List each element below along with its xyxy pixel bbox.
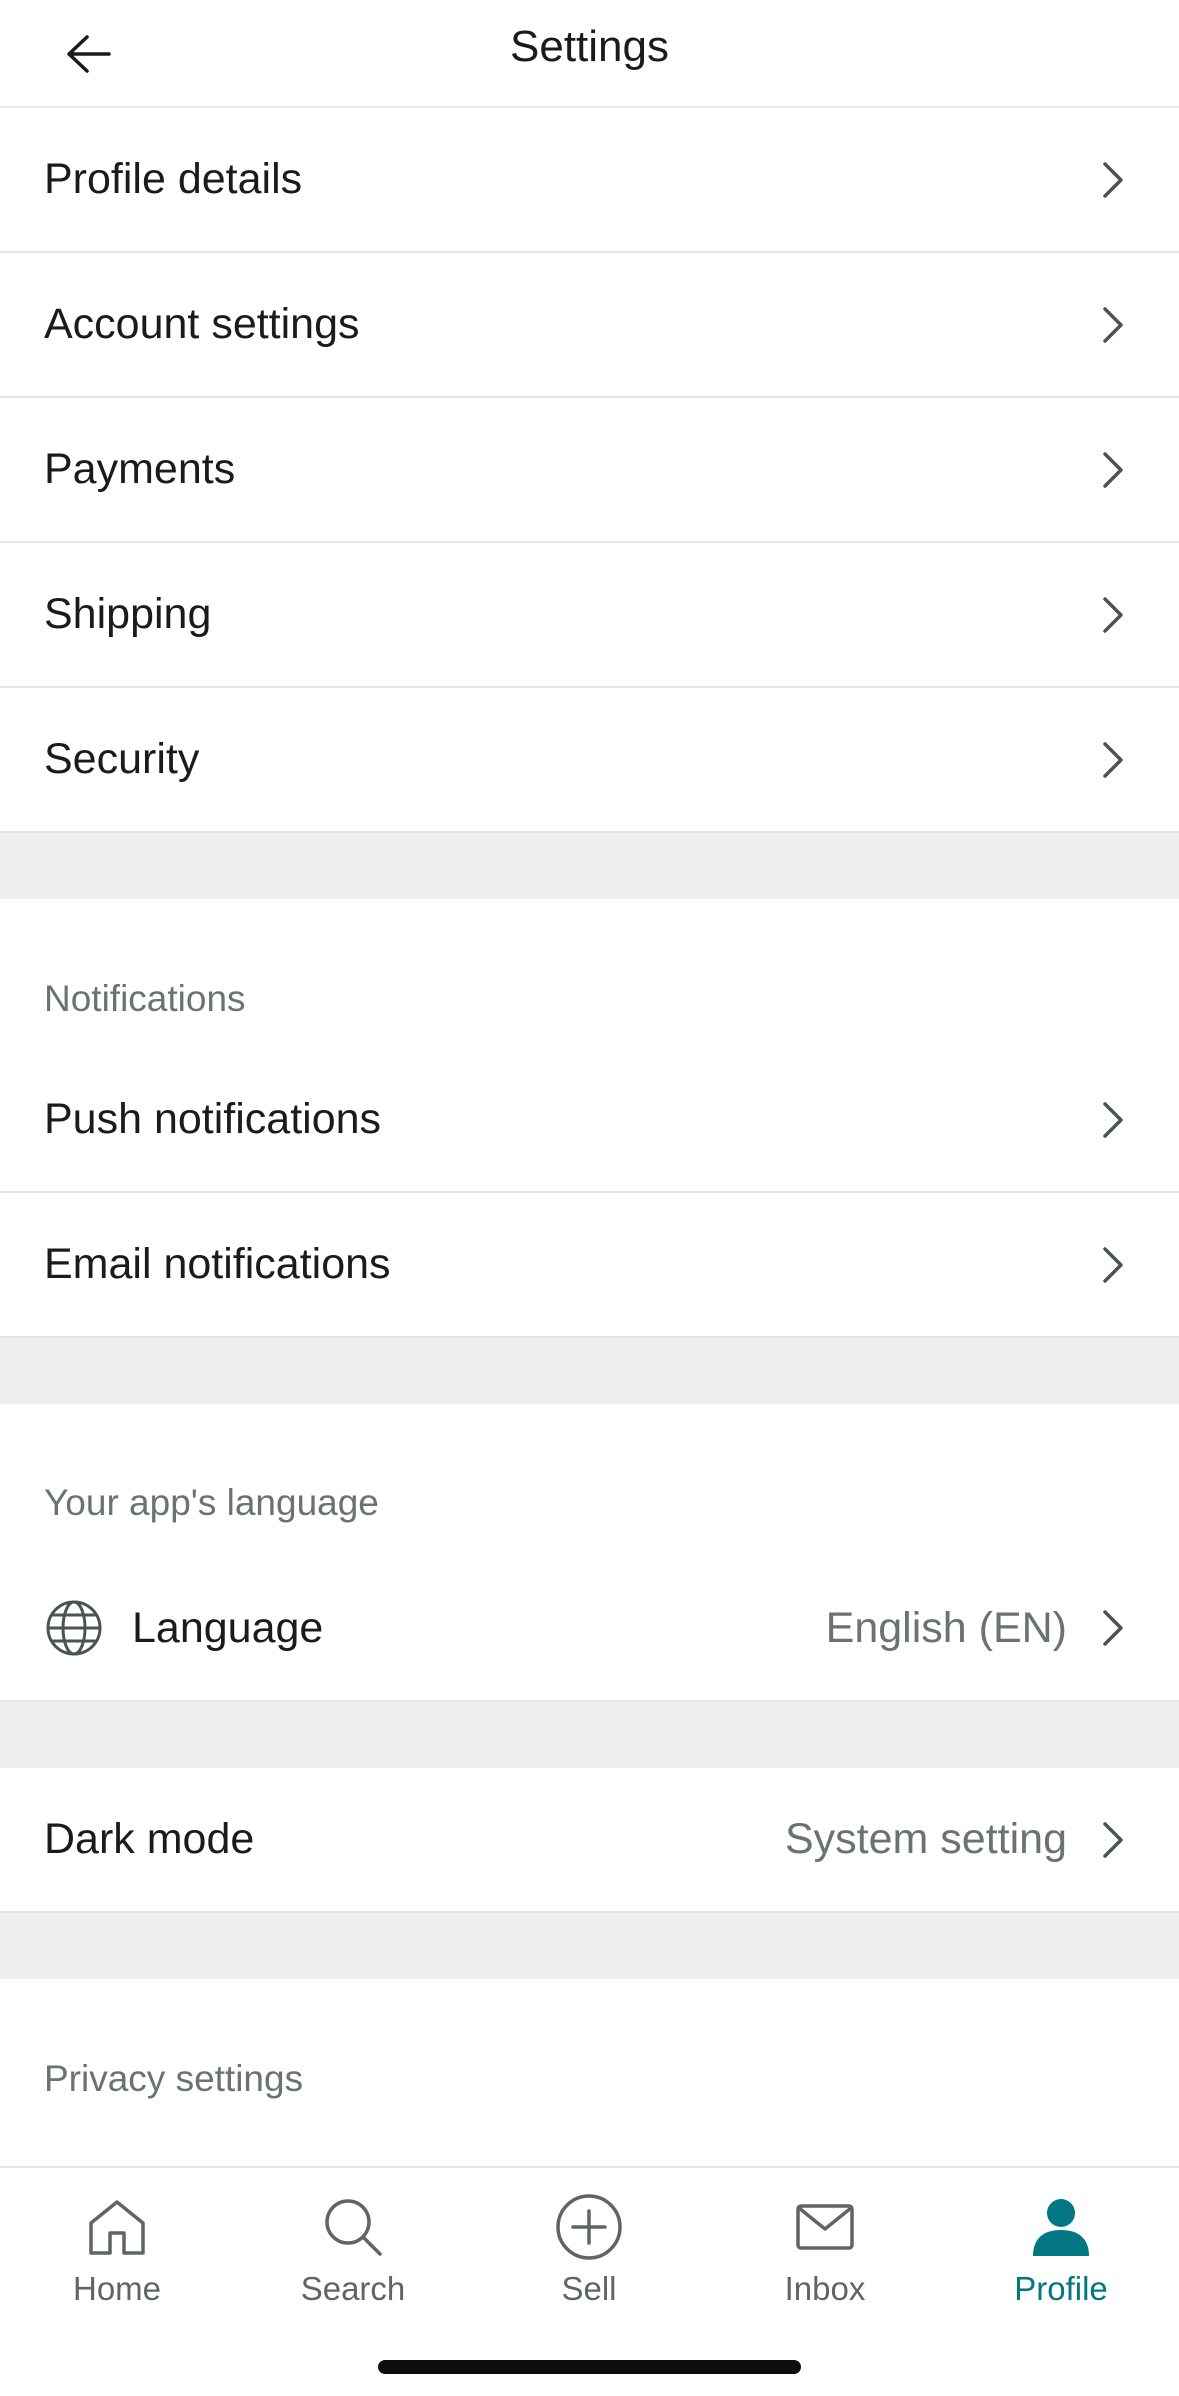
home-indicator[interactable] xyxy=(378,2360,801,2374)
settings-row-payments[interactable]: Payments xyxy=(0,398,1179,543)
chevron-right-icon xyxy=(1097,1608,1129,1648)
settings-row-dark-mode[interactable]: Dark mode System setting xyxy=(0,1768,1179,1913)
chevron-right-icon xyxy=(1097,1100,1129,1140)
globe-icon xyxy=(44,1598,104,1658)
section-divider xyxy=(0,1702,1179,1768)
chevron-right-icon xyxy=(1097,305,1129,345)
row-label: Payments xyxy=(44,445,236,493)
chevron-right-icon xyxy=(1097,595,1129,635)
row-label: Profile details xyxy=(44,155,303,203)
settings-row-security[interactable]: Security xyxy=(0,688,1179,833)
page-title: Settings xyxy=(510,22,669,71)
chevron-right-icon xyxy=(1097,1820,1129,1860)
settings-row-email-notifications[interactable]: Email notifications xyxy=(0,1193,1179,1338)
nav-item-inbox[interactable]: Inbox xyxy=(725,2178,925,2328)
nav-item-profile[interactable]: Profile xyxy=(961,2178,1161,2328)
row-label: Security xyxy=(44,735,200,783)
nav-label: Home xyxy=(72,2270,162,2307)
row-label: Shipping xyxy=(44,590,212,638)
nav-item-sell[interactable]: Sell xyxy=(489,2178,689,2328)
row-label: Email notifications xyxy=(44,1240,391,1288)
chevron-right-icon xyxy=(1097,740,1129,780)
row-label: Push notifications xyxy=(44,1095,382,1143)
plus-circle-icon xyxy=(554,2192,624,2262)
mail-icon xyxy=(790,2192,860,2262)
settings-row-profile-details[interactable]: Profile details xyxy=(0,108,1179,253)
nav-label: Sell xyxy=(561,2270,617,2307)
section-header-privacy: Privacy settings xyxy=(44,2058,304,2099)
settings-row-language[interactable]: Language English (EN) xyxy=(0,1556,1179,1702)
chevron-right-icon xyxy=(1097,160,1129,200)
settings-screen: Settings Profile details Account setting… xyxy=(0,0,1179,2396)
dark-mode-value: System setting xyxy=(785,1815,1067,1863)
nav-item-search[interactable]: Search xyxy=(253,2178,453,2328)
settings-row-account-settings[interactable]: Account settings xyxy=(0,253,1179,398)
search-icon xyxy=(318,2192,388,2262)
language-value: English (EN) xyxy=(825,1603,1067,1652)
section-header-notifications: Notifications xyxy=(44,978,246,1019)
person-icon xyxy=(1026,2192,1096,2262)
settings-row-shipping[interactable]: Shipping xyxy=(0,543,1179,688)
nav-label: Inbox xyxy=(784,2270,866,2307)
row-label: Account settings xyxy=(44,300,360,348)
section-divider xyxy=(0,1338,1179,1404)
section-divider xyxy=(0,1913,1179,1979)
settings-row-push-notifications[interactable]: Push notifications xyxy=(0,1048,1179,1193)
row-label: Language xyxy=(132,1603,324,1652)
section-divider xyxy=(0,833,1179,899)
nav-label: Profile xyxy=(1014,2270,1108,2307)
section-header-language: Your app's language xyxy=(44,1482,379,1523)
chevron-right-icon xyxy=(1097,1245,1129,1285)
row-label: Dark mode xyxy=(44,1815,255,1863)
nav-label: Search xyxy=(300,2270,406,2307)
chevron-right-icon xyxy=(1097,450,1129,490)
nav-item-home[interactable]: Home xyxy=(17,2178,217,2328)
top-bar: Settings xyxy=(0,0,1179,108)
home-icon xyxy=(82,2192,152,2262)
